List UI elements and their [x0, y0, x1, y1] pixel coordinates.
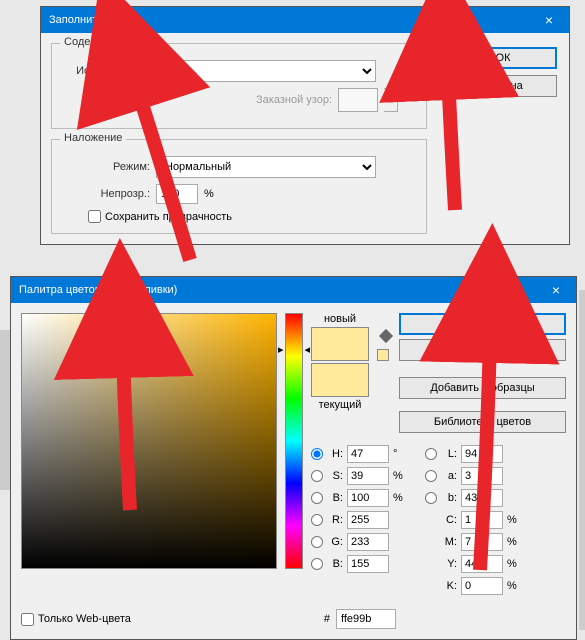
- gamut-warning-icon[interactable]: [379, 329, 393, 343]
- color-picker-dialog: Палитра цветов (цвет заливки) × ▸ ◂ новы…: [10, 276, 577, 640]
- opacity-unit: %: [204, 188, 214, 200]
- mode-label: Режим:: [60, 161, 150, 173]
- s-input[interactable]: [347, 467, 389, 485]
- g-radio[interactable]: [311, 536, 323, 548]
- mode-select[interactable]: Нормальный: [156, 156, 376, 178]
- opacity-label: Непрозр.:: [60, 188, 150, 200]
- content-legend: Содержимое: [60, 36, 134, 48]
- web-only-checkbox[interactable]: [21, 613, 34, 626]
- add-swatch-button[interactable]: Добавить в образцы: [399, 377, 566, 399]
- h-input[interactable]: [347, 445, 389, 463]
- a-radio[interactable]: [425, 470, 437, 482]
- hue-slider[interactable]: [285, 313, 303, 569]
- fill-title: Заполнить: [49, 14, 103, 26]
- current-color-swatch[interactable]: [311, 363, 369, 397]
- opacity-input[interactable]: [156, 184, 198, 204]
- color-libraries-button[interactable]: Библиотеки цветов: [399, 411, 566, 433]
- c-input[interactable]: [461, 511, 503, 529]
- color-field-marker: [117, 309, 127, 319]
- r-radio[interactable]: [311, 514, 323, 526]
- y-input[interactable]: [461, 555, 503, 573]
- l-radio[interactable]: [425, 448, 437, 460]
- overlay-fieldset: Наложение Режим: Нормальный Непрозр.: % …: [51, 139, 427, 234]
- b-radio[interactable]: [311, 492, 323, 504]
- overlay-legend: Наложение: [60, 132, 126, 144]
- a-input[interactable]: [461, 467, 503, 485]
- close-icon[interactable]: ×: [529, 7, 569, 33]
- pattern-label: Заказной узор:: [242, 94, 332, 106]
- pattern-dropdown-icon: [384, 88, 398, 112]
- fill-dialog: Заполнить × Содержимое Использовать: Цве…: [40, 6, 570, 245]
- k-input[interactable]: [461, 577, 503, 595]
- ok-button[interactable]: ОК: [449, 47, 557, 69]
- picker-title: Палитра цветов (цвет заливки): [19, 284, 177, 296]
- l-input[interactable]: [461, 445, 503, 463]
- hue-pointer-icon: ▸: [278, 343, 284, 356]
- current-label: текущий: [319, 399, 362, 411]
- g-input[interactable]: [347, 533, 389, 551]
- r-input[interactable]: [347, 511, 389, 529]
- bb-radio[interactable]: [311, 558, 323, 570]
- m-input[interactable]: [461, 533, 503, 551]
- gamut-swatch[interactable]: [377, 349, 389, 361]
- use-select[interactable]: Цвет...: [156, 60, 376, 82]
- fill-titlebar: Заполнить ×: [41, 7, 569, 33]
- s-radio[interactable]: [311, 470, 323, 482]
- preserve-label: Сохранить прозрачность: [105, 211, 232, 223]
- pattern-swatch: [338, 88, 378, 112]
- lb-input[interactable]: [461, 489, 503, 507]
- picker-cancel-button[interactable]: Отмена: [399, 339, 566, 361]
- bv-input[interactable]: [347, 489, 389, 507]
- new-color-swatch: [311, 327, 369, 361]
- color-field[interactable]: [21, 313, 277, 569]
- hex-input[interactable]: [336, 609, 396, 629]
- cancel-button[interactable]: Отмена: [449, 75, 557, 97]
- lb-radio[interactable]: [425, 492, 437, 504]
- close-icon[interactable]: ×: [536, 277, 576, 303]
- bb-input[interactable]: [347, 555, 389, 573]
- web-only-label: Только Web-цвета: [38, 613, 131, 625]
- h-radio[interactable]: [311, 448, 323, 460]
- picker-titlebar: Палитра цветов (цвет заливки) ×: [11, 277, 576, 303]
- hue-pointer-icon: ◂: [304, 343, 310, 356]
- picker-ok-button[interactable]: ОК: [399, 313, 566, 335]
- use-label: Использовать:: [60, 65, 150, 77]
- preserve-checkbox[interactable]: [88, 210, 101, 223]
- new-label: новый: [324, 313, 356, 325]
- hex-label: #: [324, 613, 330, 625]
- content-fieldset: Содержимое Использовать: Цвет... Заказно…: [51, 43, 427, 129]
